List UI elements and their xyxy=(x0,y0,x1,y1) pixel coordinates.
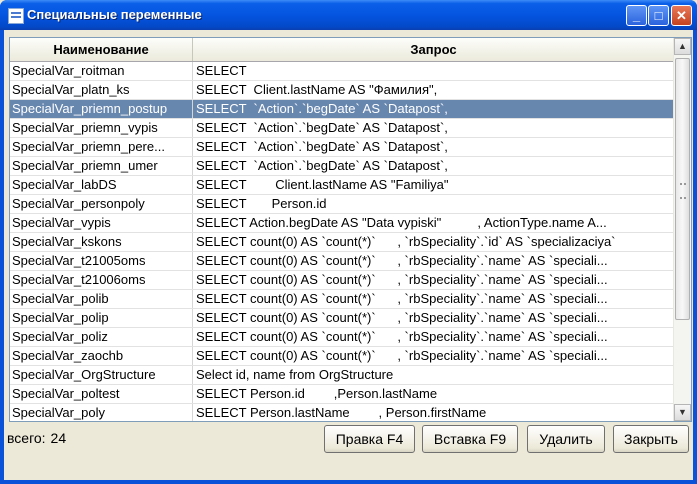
vertical-scrollbar[interactable]: ▲ ▼ xyxy=(673,38,691,421)
close-button[interactable]: Закрыть xyxy=(613,425,689,453)
variables-table[interactable]: Наименование Запрос SpecialVar_roitman SE… xyxy=(9,37,692,422)
title-bar[interactable]: Специальные переменные _ □ ✕ xyxy=(0,0,697,30)
cell-query: Select id, name from OrgStructure xyxy=(196,367,394,382)
cell-query: SELECT Person.lastName , Person.firstNam… xyxy=(196,405,487,420)
table-row[interactable]: SpecialVar_roitman SELECT xyxy=(10,62,675,81)
cell-query: SELECT count(0) AS `count(*)` , `rbSpeci… xyxy=(196,348,608,363)
cell-name: SpecialVar_poltest xyxy=(10,385,193,403)
cell-query: SELECT Person.id xyxy=(196,196,327,211)
cell-query: SELECT `Action`.`begDate` AS `Datapost`, xyxy=(196,101,448,116)
cell-query: SELECT Action.begDate AS "Data vypiski" … xyxy=(196,215,607,230)
cell-name: SpecialVar_platn_ks xyxy=(10,81,193,99)
cell-query: SELECT Client.lastName AS "Фамилия", xyxy=(196,82,438,97)
scroll-down-arrow-icon[interactable]: ▼ xyxy=(674,404,691,421)
table-row[interactable]: SpecialVar_polip SELECT count(0) AS `coun… xyxy=(10,309,675,328)
cell-query: SELECT count(0) AS `count(*)` , `rbSpeci… xyxy=(196,272,608,287)
delete-button[interactable]: Удалить xyxy=(527,425,605,453)
scrollbar-thumb[interactable] xyxy=(675,58,690,320)
cell-name: SpecialVar_poly xyxy=(10,404,193,421)
table-row[interactable]: SpecialVar_priemn_pere... SELECT `Action`… xyxy=(10,138,675,157)
cell-name: SpecialVar_kskons xyxy=(10,233,193,251)
cell-name: SpecialVar_polip xyxy=(10,309,193,327)
cell-query: SELECT `Action`.`begDate` AS `Datapost`, xyxy=(196,120,448,135)
cell-query: SELECT count(0) AS `count(*)` , `rbSpeci… xyxy=(196,234,616,249)
table-row[interactable]: SpecialVar_poly SELECT Person.lastName , … xyxy=(10,404,675,421)
window-title: Специальные переменные xyxy=(27,7,202,22)
cell-name: SpecialVar_zaochb xyxy=(10,347,193,365)
cell-name: SpecialVar_polib xyxy=(10,290,193,308)
record-count-value: 24 xyxy=(50,430,67,446)
cell-name: SpecialVar_t21006oms xyxy=(10,271,193,289)
maximize-button[interactable]: □ xyxy=(648,5,669,26)
table-row[interactable]: SpecialVar_priemn_postup SELECT `Action`.… xyxy=(10,100,675,119)
close-window-button[interactable]: ✕ xyxy=(671,5,692,26)
record-count-label: всего: xyxy=(7,430,46,446)
cell-name: SpecialVar_priemn_postup xyxy=(10,100,193,118)
cell-name: SpecialVar_priemn_pere... xyxy=(10,138,193,156)
cell-name: SpecialVar_priemn_vypis xyxy=(10,119,193,137)
cell-name: SpecialVar_vypis xyxy=(10,214,193,232)
table-row[interactable]: SpecialVar_zaochb SELECT count(0) AS `cou… xyxy=(10,347,675,366)
table-row[interactable]: SpecialVar_t21006oms SELECT count(0) AS `… xyxy=(10,271,675,290)
table-header: Наименование Запрос xyxy=(10,38,675,62)
column-header-name[interactable]: Наименование xyxy=(10,38,193,61)
table-row[interactable]: SpecialVar_personpoly SELECT Person.id xyxy=(10,195,675,214)
cell-name: SpecialVar_poliz xyxy=(10,328,193,346)
table-row[interactable]: SpecialVar_priemn_umer SELECT `Action`.`b… xyxy=(10,157,675,176)
scroll-up-arrow-icon[interactable]: ▲ xyxy=(674,38,691,55)
table-row[interactable]: SpecialVar_labDS SELECT Client.lastName A… xyxy=(10,176,675,195)
table-row[interactable]: SpecialVar_poliz SELECT count(0) AS `coun… xyxy=(10,328,675,347)
cell-query: SELECT count(0) AS `count(*)` , `rbSpeci… xyxy=(196,310,608,325)
table-row[interactable]: SpecialVar_poltest SELECT Person.id ,Pers… xyxy=(10,385,675,404)
window: Специальные переменные _ □ ✕ Наименовани… xyxy=(0,0,697,484)
column-header-query[interactable]: Запрос xyxy=(193,38,675,61)
cell-query: SELECT `Action`.`begDate` AS `Datapost`, xyxy=(196,139,448,154)
cell-name: SpecialVar_t21005oms xyxy=(10,252,193,270)
app-icon xyxy=(8,8,24,24)
minimize-button[interactable]: _ xyxy=(626,5,647,26)
table-row[interactable]: SpecialVar_OrgStructure Select id, name f… xyxy=(10,366,675,385)
grip-icon xyxy=(680,183,686,199)
cell-query: SELECT Person.id ,Person.lastName xyxy=(196,386,438,401)
table-row[interactable]: SpecialVar_priemn_vypis SELECT `Action`.`… xyxy=(10,119,675,138)
record-count: всего: 24 xyxy=(7,430,66,446)
cell-name: SpecialVar_labDS xyxy=(10,176,193,194)
cell-query: SELECT count(0) AS `count(*)` , `rbSpeci… xyxy=(196,253,608,268)
edit-button[interactable]: Правка F4 xyxy=(324,425,415,453)
table-row[interactable]: SpecialVar_platn_ks SELECT Client.lastNam… xyxy=(10,81,675,100)
table-row[interactable]: SpecialVar_t21005oms SELECT count(0) AS `… xyxy=(10,252,675,271)
cell-query: SELECT xyxy=(196,63,247,78)
table-row[interactable]: SpecialVar_kskons SELECT count(0) AS `cou… xyxy=(10,233,675,252)
cell-query: SELECT count(0) AS `count(*)` , `rbSpeci… xyxy=(196,329,608,344)
cell-name: SpecialVar_personpoly xyxy=(10,195,193,213)
cell-query: SELECT `Action`.`begDate` AS `Datapost`, xyxy=(196,158,448,173)
cell-query: SELECT count(0) AS `count(*)` , `rbSpeci… xyxy=(196,291,608,306)
window-client-area: Наименование Запрос SpecialVar_roitman SE… xyxy=(4,30,693,480)
table-row[interactable]: SpecialVar_polib SELECT count(0) AS `coun… xyxy=(10,290,675,309)
cell-query: SELECT Client.lastName AS "Familiya" xyxy=(196,177,449,192)
table-row[interactable]: SpecialVar_vypis SELECT Action.begDate AS… xyxy=(10,214,675,233)
cell-name: SpecialVar_OrgStructure xyxy=(10,366,193,384)
cell-name: SpecialVar_priemn_umer xyxy=(10,157,193,175)
cell-name: SpecialVar_roitman xyxy=(10,62,193,80)
insert-button[interactable]: Вставка F9 xyxy=(422,425,518,453)
